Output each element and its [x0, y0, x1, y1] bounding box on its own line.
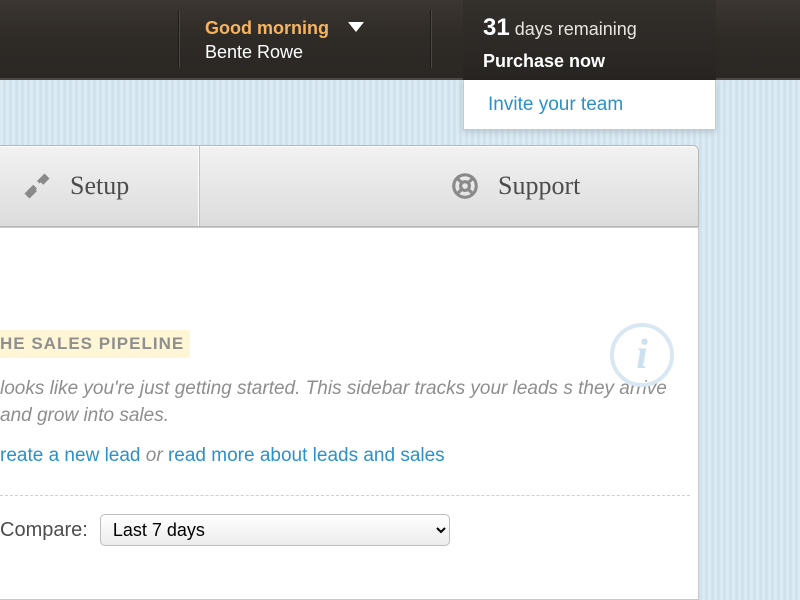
user-menu[interactable]: Good morning Bente Rowe: [205, 16, 364, 65]
greeting-text: Good morning: [205, 18, 329, 38]
compare-select[interactable]: Last 7 days: [100, 514, 450, 546]
invite-team-box: Invite your team: [463, 80, 716, 130]
support-label: Support: [498, 171, 580, 201]
read-more-link[interactable]: read more about leads and sales: [168, 445, 445, 466]
invite-team-link[interactable]: Invite your team: [488, 94, 623, 116]
trial-remaining-label: days remaining: [515, 19, 637, 39]
divider: [0, 495, 690, 496]
divider: [178, 10, 180, 68]
support-button[interactable]: Support: [428, 146, 698, 226]
compare-label: Compare:: [0, 519, 88, 542]
create-lead-link[interactable]: reate a new lead: [0, 445, 141, 466]
lifebuoy-icon: [450, 171, 480, 201]
user-name: Bente Rowe: [205, 42, 303, 62]
top-bar: Good morning Bente Rowe 31 days remainin…: [0, 0, 800, 80]
content-panel: i HE SALES PIPELINE looks like you're ju…: [0, 227, 699, 600]
trial-days: 31: [483, 14, 510, 41]
divider: [430, 10, 432, 68]
setup-label: Setup: [70, 171, 129, 201]
setup-button[interactable]: Setup: [0, 146, 200, 226]
compare-row: Compare: Last 7 days: [0, 514, 674, 546]
trial-status[interactable]: 31 days remaining Purchase now: [463, 0, 716, 80]
pipeline-heading: HE SALES PIPELINE: [0, 330, 190, 358]
toolbar: Setup Support: [0, 145, 699, 227]
pipeline-description: looks like you're just getting started. …: [0, 376, 674, 429]
or-text: or: [141, 445, 168, 466]
pipeline-links: reate a new lead or read more about lead…: [0, 445, 674, 467]
purchase-now-link[interactable]: Purchase now: [483, 48, 696, 75]
wrench-icon: [22, 171, 52, 201]
chevron-down-icon: [348, 22, 364, 32]
